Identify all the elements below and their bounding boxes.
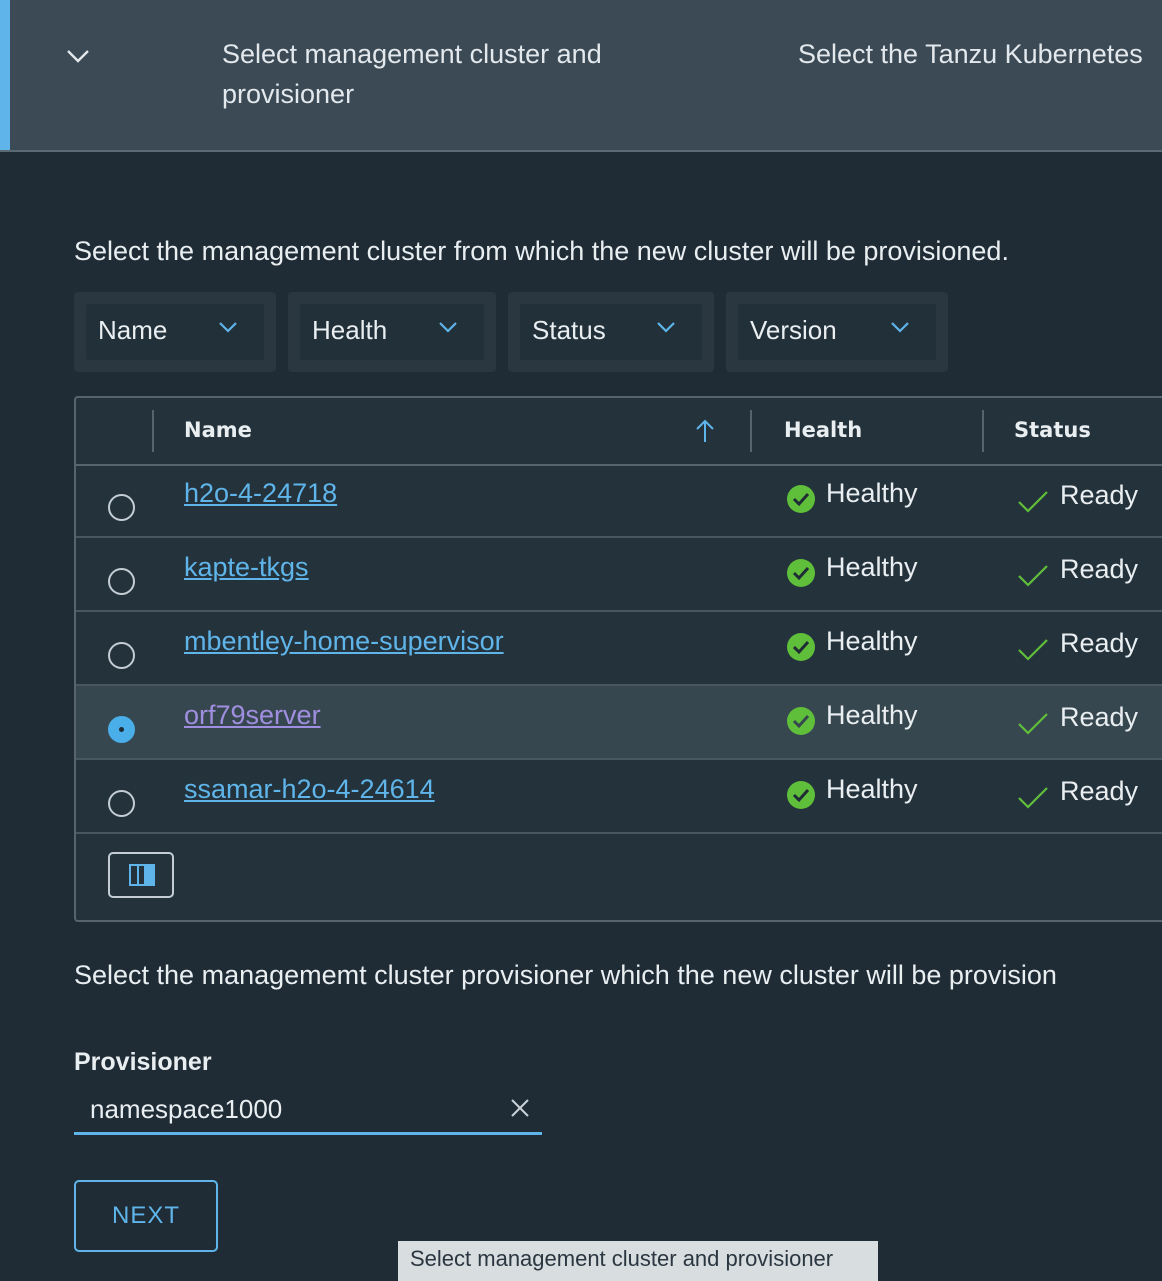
chevron-down-icon <box>657 322 675 333</box>
cluster-status: Ready <box>1060 480 1139 510</box>
check-circle-icon <box>787 633 815 661</box>
check-circle-icon <box>787 485 815 513</box>
column-resize-handle[interactable] <box>982 410 984 452</box>
cluster-name-link[interactable]: ssamar-h2o-4-24614 <box>184 774 435 805</box>
filter-label: Version <box>750 315 837 345</box>
chevron-down-icon <box>439 322 457 333</box>
provisioner-field <box>74 1088 542 1135</box>
cluster-name-link[interactable]: orf79server <box>184 700 321 731</box>
cluster-name-link[interactable]: mbentley-home-supervisor <box>184 626 504 657</box>
filter-status-dropdown[interactable]: Status <box>508 292 714 372</box>
row-select-radio[interactable] <box>108 642 135 669</box>
column-header-name[interactable]: Name <box>184 418 252 442</box>
cluster-status: Ready <box>1060 554 1139 584</box>
table-row-selected[interactable]: orf79server Healthy Ready <box>76 686 1162 760</box>
checkmark-icon <box>1018 787 1048 809</box>
table-row[interactable]: h2o-4-24718 Healthy Ready <box>76 464 1162 538</box>
column-header-status[interactable]: Status <box>1014 418 1091 442</box>
health-status: Healthy <box>826 478 918 508</box>
column-toggle-button[interactable] <box>108 852 174 898</box>
check-circle-icon <box>787 559 815 587</box>
column-header-health[interactable]: Health <box>784 418 862 442</box>
cluster-selection-instructions: Select the management cluster from which… <box>74 236 1009 266</box>
filter-label: Status <box>532 315 606 345</box>
row-select-radio[interactable] <box>108 790 135 817</box>
cluster-status: Ready <box>1060 702 1139 732</box>
checkmark-icon <box>1018 713 1048 735</box>
check-circle-icon <box>787 781 815 809</box>
cluster-status: Ready <box>1060 776 1139 806</box>
column-resize-handle[interactable] <box>750 410 752 452</box>
health-status: Healthy <box>826 700 918 730</box>
health-status: Healthy <box>826 552 918 582</box>
checkmark-icon <box>1018 491 1048 513</box>
cluster-status: Ready <box>1060 628 1139 658</box>
table-row[interactable]: mbentley-home-supervisor Healthy Ready <box>76 612 1162 686</box>
checkmark-icon <box>1018 565 1048 587</box>
check-circle-icon <box>787 707 815 735</box>
provisioner-instructions: Select the managememt cluster provisione… <box>74 960 1057 990</box>
filter-label: Name <box>98 315 168 345</box>
filter-name-dropdown[interactable]: Name <box>74 292 276 372</box>
table-row[interactable]: kapte-tkgs Healthy Ready <box>76 538 1162 612</box>
tooltip: Select management cluster and provisione… <box>398 1241 878 1281</box>
row-select-radio[interactable] <box>108 716 135 743</box>
chevron-down-icon <box>891 322 909 333</box>
chevron-down-icon[interactable] <box>66 44 90 68</box>
step-title-current[interactable]: Select management cluster and provisione… <box>222 34 692 114</box>
chevron-down-icon <box>219 322 237 333</box>
close-icon[interactable] <box>510 1098 530 1118</box>
column-separator <box>152 410 154 452</box>
filter-label: Health <box>312 315 388 345</box>
row-select-radio[interactable] <box>108 568 135 595</box>
filter-health-dropdown[interactable]: Health <box>288 292 496 372</box>
active-step-accent <box>0 0 10 150</box>
provisioner-input[interactable] <box>74 1088 512 1130</box>
grid-header: Name Health Status <box>76 398 1162 466</box>
cluster-name-link[interactable]: kapte-tkgs <box>184 552 309 583</box>
health-status: Healthy <box>826 626 918 656</box>
table-row[interactable]: ssamar-h2o-4-24614 Healthy Ready <box>76 760 1162 834</box>
filter-version-dropdown[interactable]: Version <box>726 292 948 372</box>
next-button[interactable]: NEXT <box>74 1180 218 1252</box>
step-title-next[interactable]: Select the Tanzu Kubernetes <box>798 34 1143 74</box>
checkmark-icon <box>1018 639 1048 661</box>
cluster-name-link[interactable]: h2o-4-24718 <box>184 478 337 509</box>
columns-icon <box>129 864 155 886</box>
health-status: Healthy <box>826 774 918 804</box>
row-select-radio[interactable] <box>108 494 135 521</box>
sort-ascending-icon[interactable] <box>694 418 716 444</box>
wizard-stepper: Select management cluster and provisione… <box>0 0 1162 152</box>
management-cluster-grid: Name Health Status h2o-4-24718 Healthy R… <box>74 396 1162 922</box>
provisioner-label: Provisioner <box>74 1048 212 1076</box>
